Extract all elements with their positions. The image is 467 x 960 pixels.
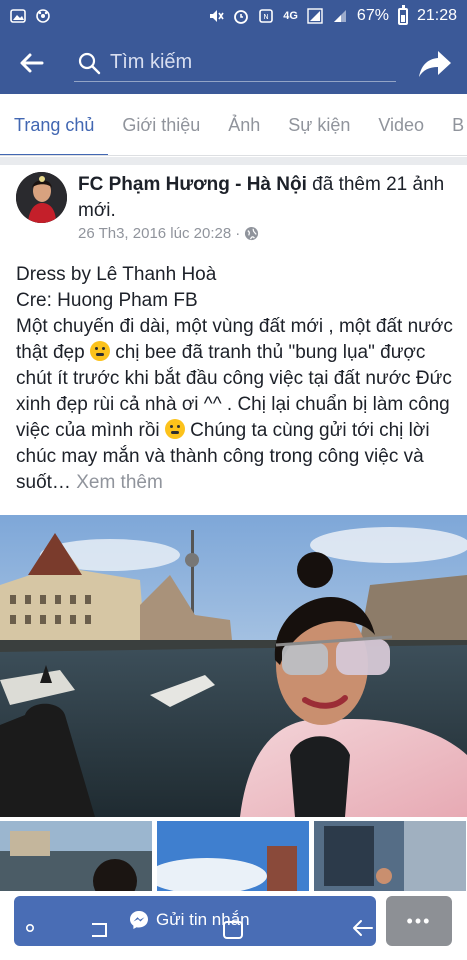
globe-icon [245, 226, 259, 241]
search-bar[interactable] [74, 44, 396, 82]
settings-wheel-icon [36, 9, 50, 23]
thumbnail[interactable] [157, 821, 310, 891]
thumbnail-image [314, 821, 466, 891]
battery-icon [397, 4, 408, 25]
back-button[interactable] [0, 32, 62, 94]
tab-about[interactable]: Giới thiệu [108, 94, 214, 155]
post-timestamp[interactable]: 26 Th3, 2016 lúc 20:28 [78, 225, 231, 242]
mute-icon [210, 10, 224, 22]
post-body: Dress by Lê Thanh Hoà Cre: Huong Pham FB… [16, 262, 456, 496]
post-paragraph: Một chuyến đi dài, một vùng đất mới , mộ… [16, 314, 456, 496]
meta-dot: · [235, 225, 241, 242]
see-more-link[interactable]: Xem thêm [76, 472, 163, 493]
post-line-credit: Cre: Huong Pham FB [16, 290, 198, 311]
svg-text:N: N [264, 13, 269, 21]
share-arrow-icon [419, 51, 451, 77]
photo-icon [10, 9, 26, 23]
battery-percent: 67% [356, 7, 389, 24]
search-icon [78, 52, 101, 74]
alarm-icon [234, 10, 249, 24]
recent-apps-icon[interactable] [88, 914, 114, 942]
more-options-button[interactable]: ••• [386, 896, 452, 946]
signal-bars-icon [333, 10, 346, 22]
tab-videos[interactable]: Video [364, 94, 438, 155]
clock: 21:28 [416, 7, 457, 24]
post-meta: 26 Th3, 2016 lúc 20:28 · [78, 225, 259, 242]
avatar-image [16, 172, 67, 223]
back-arrow-icon [20, 53, 44, 73]
network-type: 4G [283, 10, 298, 22]
emoji-icon [89, 341, 110, 361]
tab-photos[interactable]: Ảnh [214, 94, 274, 155]
search-header [0, 32, 467, 94]
post-title: FC Phạm Hương - Hà Nội đã thêm 21 ảnh mớ… [78, 172, 456, 224]
nfc-icon: N [259, 9, 274, 23]
thumbnail[interactable] [314, 821, 467, 891]
page-tabs: Trang chủ Giới thiệu Ảnh Sự kiện Video B [0, 94, 467, 156]
status-bar: N 4G 67% 21:28 [0, 0, 467, 32]
home-button-icon[interactable] [220, 914, 246, 942]
home-dot-icon[interactable] [24, 914, 36, 934]
page-name-link[interactable]: FC Phạm Hương - Hà Nội [78, 174, 307, 195]
divider [0, 157, 467, 165]
tab-home[interactable]: Trang chủ [0, 94, 109, 155]
post-photo-main[interactable] [0, 515, 467, 817]
tab-events[interactable]: Sự kiện [274, 94, 364, 155]
thumbnail[interactable] [0, 821, 153, 891]
back-nav-icon[interactable] [350, 914, 376, 942]
post-photo-thumbnails [0, 821, 467, 891]
messenger-icon [130, 911, 148, 929]
emoji-icon [164, 419, 185, 439]
berlin-photo [0, 515, 467, 817]
avatar[interactable] [16, 172, 67, 223]
thumbnail-image [0, 821, 152, 891]
tab-more[interactable]: B [438, 94, 467, 155]
signal-icon [307, 8, 323, 24]
thumbnail-image [157, 821, 309, 891]
share-button[interactable] [415, 44, 455, 84]
search-input[interactable] [110, 51, 380, 74]
post-line-dress: Dress by Lê Thanh Hoà [16, 264, 217, 285]
